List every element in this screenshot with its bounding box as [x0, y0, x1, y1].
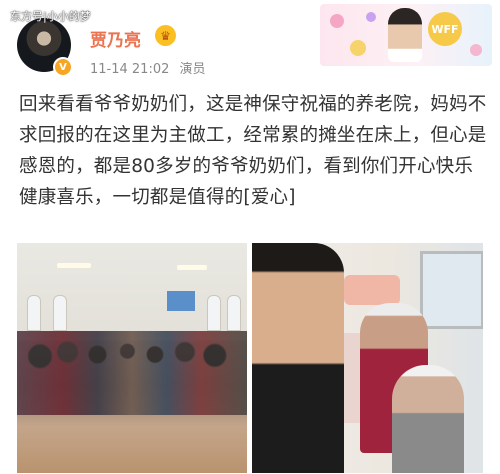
bubble-decoration — [366, 12, 376, 22]
wall-poster — [167, 291, 195, 311]
balloon-decoration — [350, 40, 366, 56]
elderly-woman — [392, 365, 464, 473]
post-text: 回来看看爷爷奶奶们，这是神保守祝福的养老院，妈妈不求回报的在这里为主做工，经常累… — [19, 94, 487, 208]
young-man — [252, 243, 344, 473]
verified-v-icon: V — [53, 57, 73, 77]
post-meta: 11-14 21:02 演员 — [90, 58, 206, 77]
verified-title: 演员 — [179, 62, 206, 77]
watermark: 东方号|小小的梦 — [10, 10, 91, 23]
pillow — [344, 275, 400, 305]
wff-badge: WFF — [428, 12, 462, 46]
profile-banner[interactable]: WFF — [320, 4, 492, 66]
timestamp[interactable]: 11-14 21:02 — [90, 62, 169, 77]
wall-window — [53, 295, 67, 331]
room-window — [420, 251, 483, 329]
post-photo-group[interactable] — [17, 243, 247, 473]
crown-icon[interactable]: ♛ — [155, 25, 176, 46]
ceiling-light — [177, 265, 207, 270]
ceiling-light — [57, 263, 91, 268]
star-decoration — [470, 44, 482, 56]
elderly-group — [17, 331, 247, 415]
wall-window — [207, 295, 221, 331]
heart-decoration — [330, 14, 344, 28]
post-photo-selfie[interactable] — [252, 243, 483, 473]
username[interactable]: 贾乃亮 — [90, 26, 141, 51]
banner-portrait — [388, 8, 422, 62]
wall-window — [227, 295, 241, 331]
wall-window — [27, 295, 41, 331]
